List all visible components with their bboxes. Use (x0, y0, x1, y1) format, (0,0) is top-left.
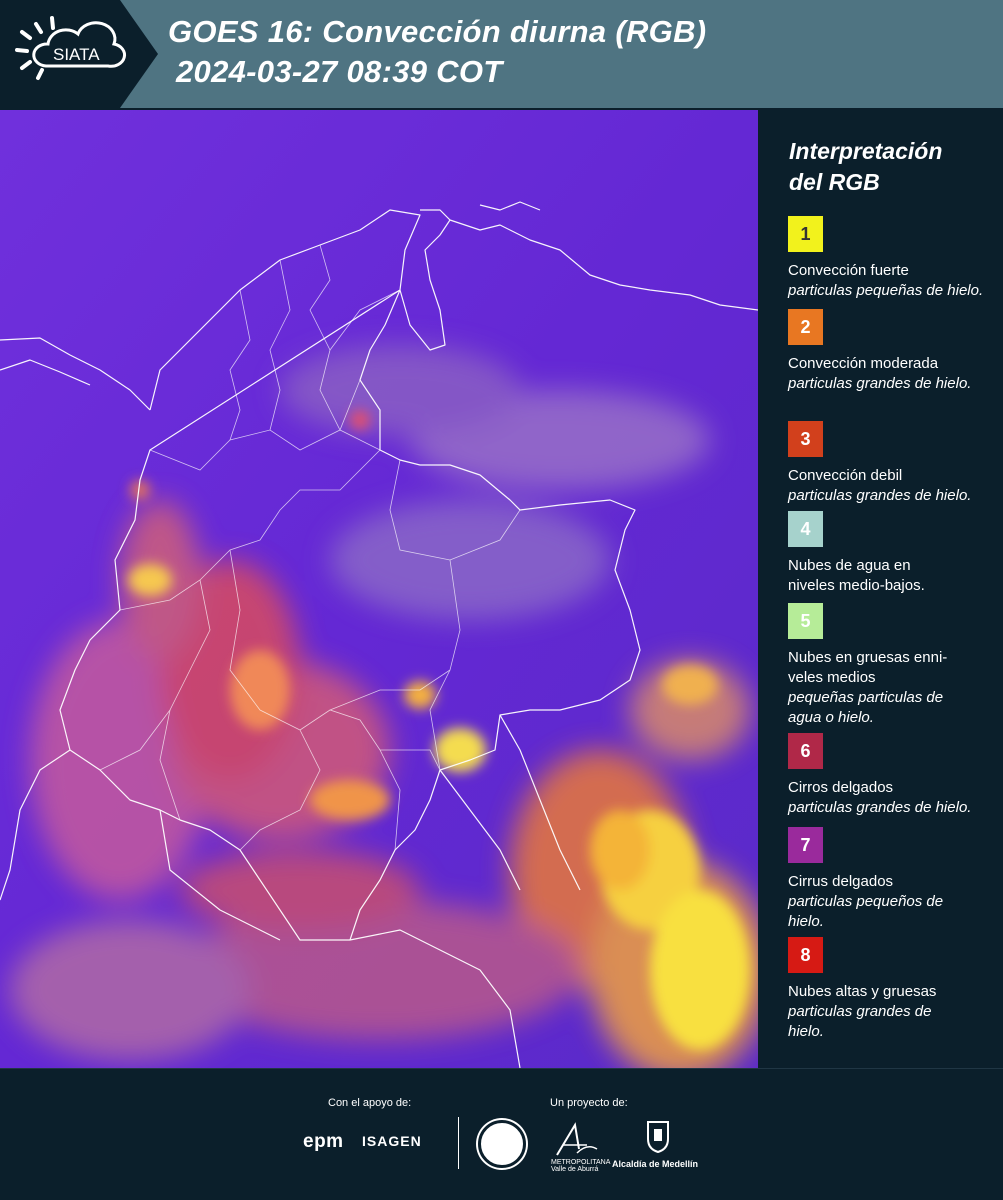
legend-item-8: 8 Nubes altas y gruesas particulas grand… (788, 937, 993, 1042)
legend-sub: particulas grandes de hielo. (788, 375, 972, 392)
legend-title-line-1: Interpretación (789, 138, 943, 164)
legend-sub: particulas grandes de hielo. (788, 799, 972, 816)
rgb-legend: Interpretación del RGB 1 Convección fuer… (760, 110, 1003, 1068)
medellin-shield-icon (647, 1121, 669, 1153)
legend-label: Convección moderada (788, 355, 939, 372)
org-1-line-1: METROPOLITANA (551, 1159, 611, 1166)
legend-swatch: 5 (788, 603, 823, 639)
legend-item-5: 5 Nubes en gruesas enni-veles medios peq… (788, 603, 993, 728)
legend-swatch: 3 (788, 421, 823, 457)
legend-swatch: 2 (788, 309, 823, 345)
legend-item-7: 7 Cirrus delgados particulas pequeños de… (788, 827, 993, 932)
legend-label: Nubes altas y gruesas (788, 983, 937, 1000)
legend-swatch: 6 (788, 733, 823, 769)
header-bar: SIATA GOES 16: Convección diurna (RGB) 2… (0, 0, 1003, 108)
legend-sub: particulas grandes de hielo. (788, 1003, 932, 1040)
satellite-map[interactable] (0, 110, 758, 1068)
legend-sub: particulas pequeños de hielo. (788, 893, 944, 930)
legend-item-4: 4 Nubes de agua en niveles medio-bajos. (788, 511, 993, 596)
legend-label: Convección debil (788, 467, 903, 484)
svg-text:SIATA: SIATA (53, 45, 100, 64)
footer-bar: Con el apoyo de: Un proyecto de: epm ISA… (0, 1068, 1003, 1200)
legend-sub: pequeñas particulas de agua o hielo. (788, 689, 944, 726)
legend-swatch: 8 (788, 937, 823, 973)
support-label: Con el apoyo de: (328, 1097, 412, 1109)
legend-title: Interpretación del RGB (789, 136, 942, 198)
legend-label: Nubes de agua en niveles medio-bajos. (788, 557, 925, 594)
epm-logo: epm (303, 1131, 344, 1152)
legend-label: Convección fuerte (788, 262, 909, 279)
university-seal-icon (478, 1120, 526, 1168)
org-1-line-2: Valle de Aburrá (551, 1166, 599, 1173)
legend-swatch: 4 (788, 511, 823, 547)
legend-item-1: 1 Convección fuerte particulas pequeñas … (788, 216, 993, 301)
area-metropolitana-text: METROPOLITANA Valle de Aburrá (551, 1159, 611, 1173)
page-title: GOES 16: Convección diurna (RGB) (168, 14, 707, 49)
project-label: Un proyecto de: (550, 1097, 628, 1109)
legend-item-3: 3 Convección debil particulas grandes de… (788, 421, 993, 506)
image-timestamp: 2024-03-27 08:39 COT (176, 54, 503, 89)
footer-divider (458, 1117, 459, 1169)
legend-sub: particulas grandes de hielo. (788, 487, 972, 504)
legend-label: Nubes en gruesas enni-veles medios (788, 649, 948, 686)
legend-title-line-2: del RGB (789, 169, 880, 195)
legend-item-2: 2 Convección moderada particulas grandes… (788, 309, 993, 394)
legend-swatch: 1 (788, 216, 823, 252)
siata-logo: SIATA (0, 0, 158, 108)
legend-label: Cirrus delgados (788, 873, 894, 890)
legend-item-6: 6 Cirros delgados particulas grandes de … (788, 733, 993, 818)
legend-swatch: 7 (788, 827, 823, 863)
isagen-logo: ISAGEN (362, 1133, 422, 1149)
alcaldia-text: Alcaldía de Medellín (612, 1159, 699, 1169)
legend-label: Cirros delgados (788, 779, 894, 796)
legend-sub: particulas pequeñas de hielo. (788, 282, 984, 299)
